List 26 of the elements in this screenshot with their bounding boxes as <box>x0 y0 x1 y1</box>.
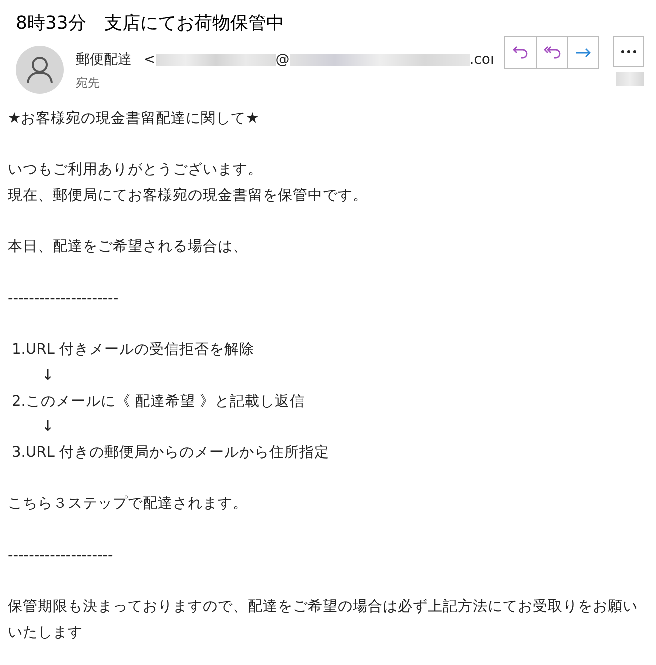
arrow-text: ↓ <box>42 366 54 384</box>
email-subject: 8時33分 支店にてお荷物保管中 <box>16 12 284 36</box>
step-text: 2.このメールに《 配達希望 》と記載し返信 <box>12 392 306 410</box>
body-text: --------------------- <box>8 290 119 307</box>
recipient-label: 宛先 <box>76 75 100 91</box>
body-text: ★お客様宛の現金書留配達に関して★ <box>8 110 260 127</box>
forward-icon <box>575 48 591 58</box>
sender-name: 郵便配達 <box>76 51 132 70</box>
body-text: 現在、郵便局にてお客様宛の現金書留を保管中です。 <box>8 187 368 204</box>
reply-icon <box>513 46 528 59</box>
body-text: こちら３ステップで配達されます。 <box>8 495 248 512</box>
address-bracket: < <box>144 51 156 70</box>
step-text: 3.URL 付きの郵便局からのメールから住所指定 <box>12 444 330 462</box>
more-icon <box>620 50 636 54</box>
reply-all-icon <box>544 46 560 59</box>
body-text: -------------------- <box>8 546 114 564</box>
step-text: 1.URL 付きメールの受信拒否を解除 <box>12 341 255 358</box>
address-domain: .coı <box>470 51 494 70</box>
avatar-icon <box>16 46 64 94</box>
arrow-text: ↓ <box>42 418 54 436</box>
blurred-time-drawing <box>616 72 644 86</box>
address-at-sign: @ <box>276 51 290 70</box>
more-button[interactable] <box>613 36 644 67</box>
body-text: 保管期限も決まっておりますので、配達をご希望の場合は必ず上記方法にてお受取りをお願いいたします <box>8 598 638 641</box>
body-text: 本日、配達をご希望される場合は、 <box>8 238 248 256</box>
body-text: いつもご利用ありがとうございます。 <box>8 161 263 178</box>
